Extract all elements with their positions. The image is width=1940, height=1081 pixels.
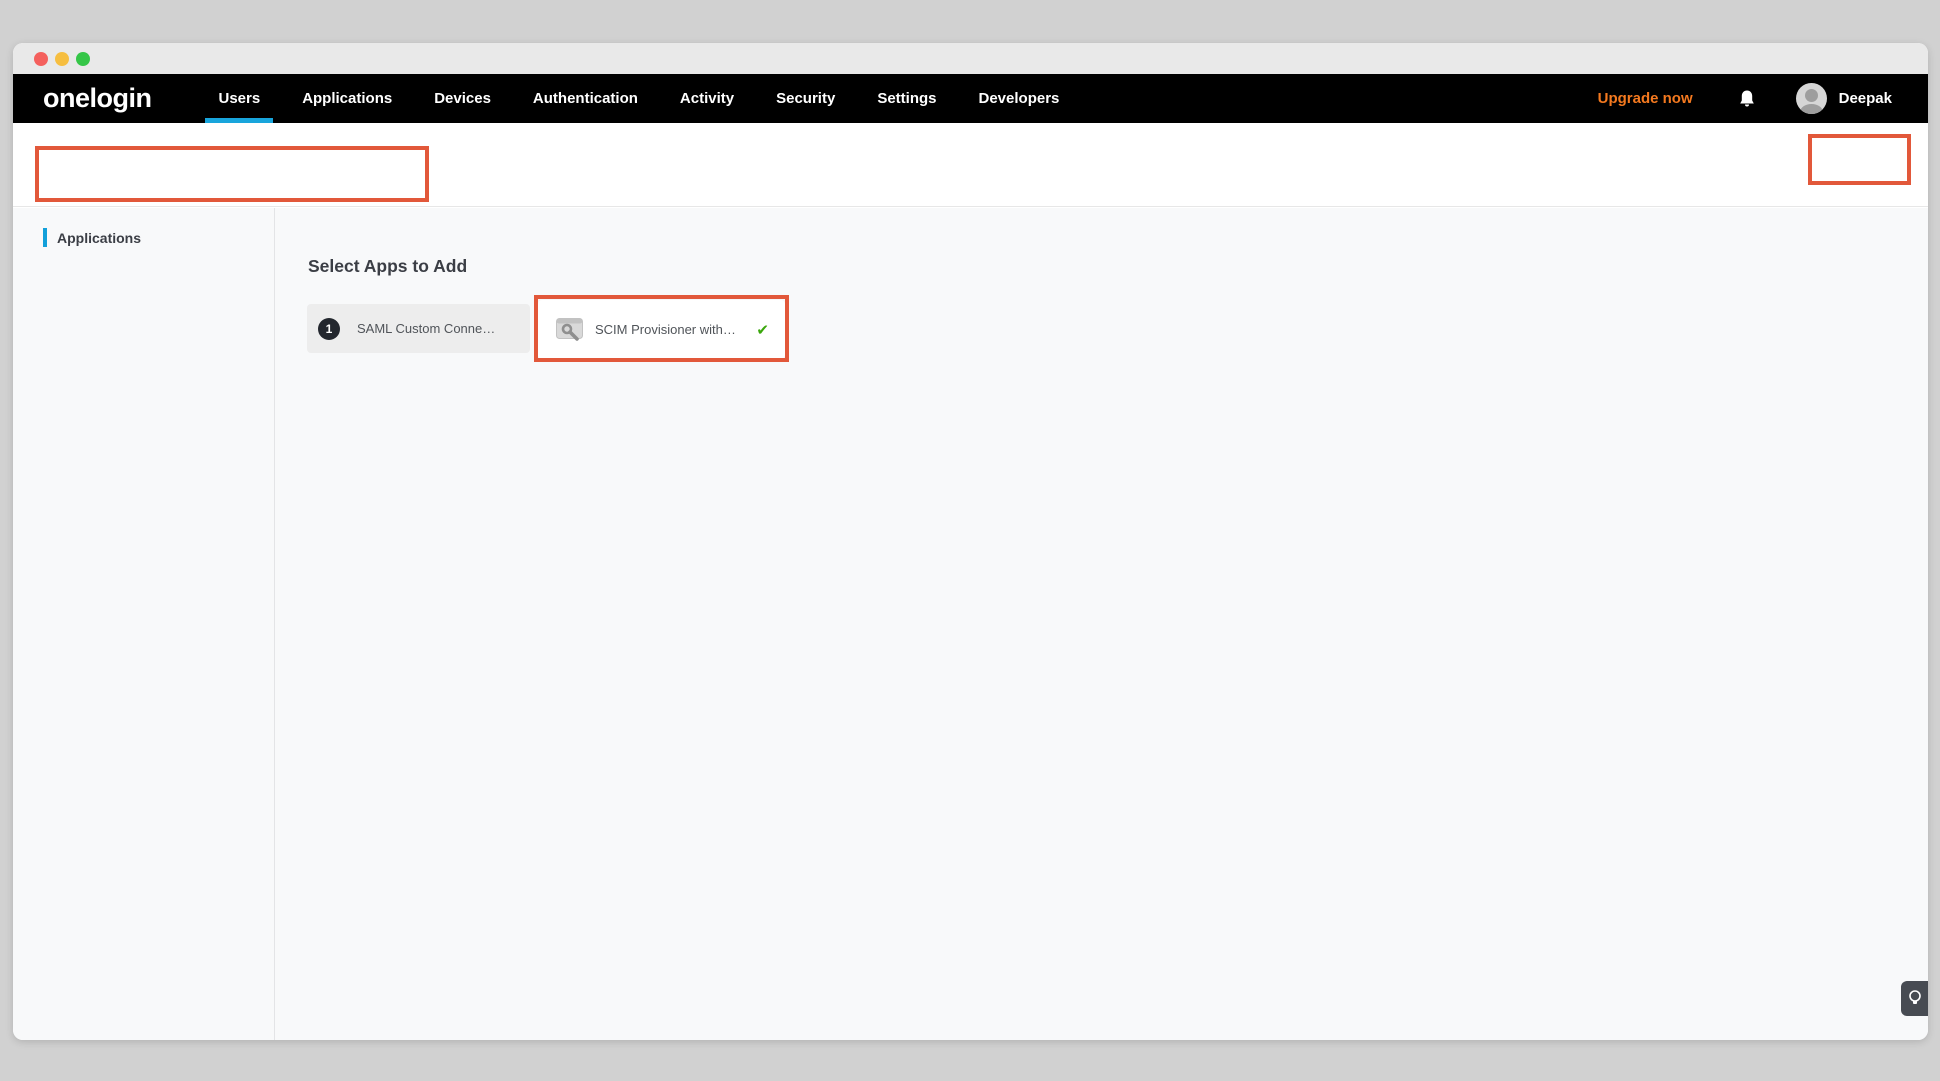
onelogin-logo[interactable]: onelogin	[43, 83, 151, 114]
lightbulb-icon	[1909, 990, 1921, 1007]
close-window-icon[interactable]	[34, 52, 48, 66]
top-navbar: onelogin Users Applications Devices Auth…	[13, 74, 1928, 123]
sidebar-item-applications[interactable]: Applications	[43, 228, 141, 247]
nav-item-devices[interactable]: Devices	[413, 74, 512, 123]
nav-item-settings[interactable]: Settings	[856, 74, 957, 123]
primary-nav: Users Applications Devices Authenticatio…	[197, 74, 1080, 123]
app-window: onelogin Users Applications Devices Auth…	[13, 43, 1928, 1040]
section-heading: Select Apps to Add	[308, 256, 467, 277]
nav-item-authentication[interactable]: Authentication	[512, 74, 659, 123]
upgrade-now-link[interactable]: Upgrade now	[1598, 90, 1693, 107]
window-titlebar	[13, 43, 1928, 74]
nav-item-security[interactable]: Security	[755, 74, 856, 123]
nav-item-users[interactable]: Users	[197, 74, 281, 123]
sidebar-item-label: Applications	[57, 230, 141, 246]
user-name-label[interactable]: Deepak	[1839, 90, 1892, 107]
app-connector-icon	[556, 318, 583, 341]
minimize-window-icon[interactable]	[55, 52, 69, 66]
zoom-window-icon[interactable]	[76, 52, 90, 66]
app-card-saml[interactable]: 1 SAML Custom Conne…	[307, 304, 530, 353]
app-number-badge: 1	[318, 318, 340, 340]
notifications-bell-icon[interactable]	[1738, 89, 1756, 109]
user-avatar[interactable]	[1796, 83, 1827, 114]
help-lightbulb-button[interactable]	[1901, 981, 1928, 1016]
active-indicator-bar	[43, 228, 47, 247]
avatar-shoulders-icon	[1800, 104, 1823, 114]
app-name-label: SCIM Provisioner with…	[595, 322, 736, 337]
nav-item-applications[interactable]: Applications	[281, 74, 413, 123]
app-name-label: SAML Custom Conne…	[357, 321, 495, 336]
selected-check-icon: ✔	[756, 321, 769, 339]
app-card-scim[interactable]: SCIM Provisioner with… ✔	[538, 300, 785, 359]
page-header: Roles / ✔ ✖ Cancel Save	[13, 123, 1928, 207]
nav-item-developers[interactable]: Developers	[958, 74, 1081, 123]
content-area: Applications Select Apps to Add 1 SAML C…	[13, 208, 1928, 1040]
avatar-head-icon	[1805, 89, 1818, 102]
nav-item-activity[interactable]: Activity	[659, 74, 755, 123]
navbar-right: Upgrade now Deepak	[1598, 83, 1892, 114]
sidebar: Applications	[13, 208, 275, 1040]
